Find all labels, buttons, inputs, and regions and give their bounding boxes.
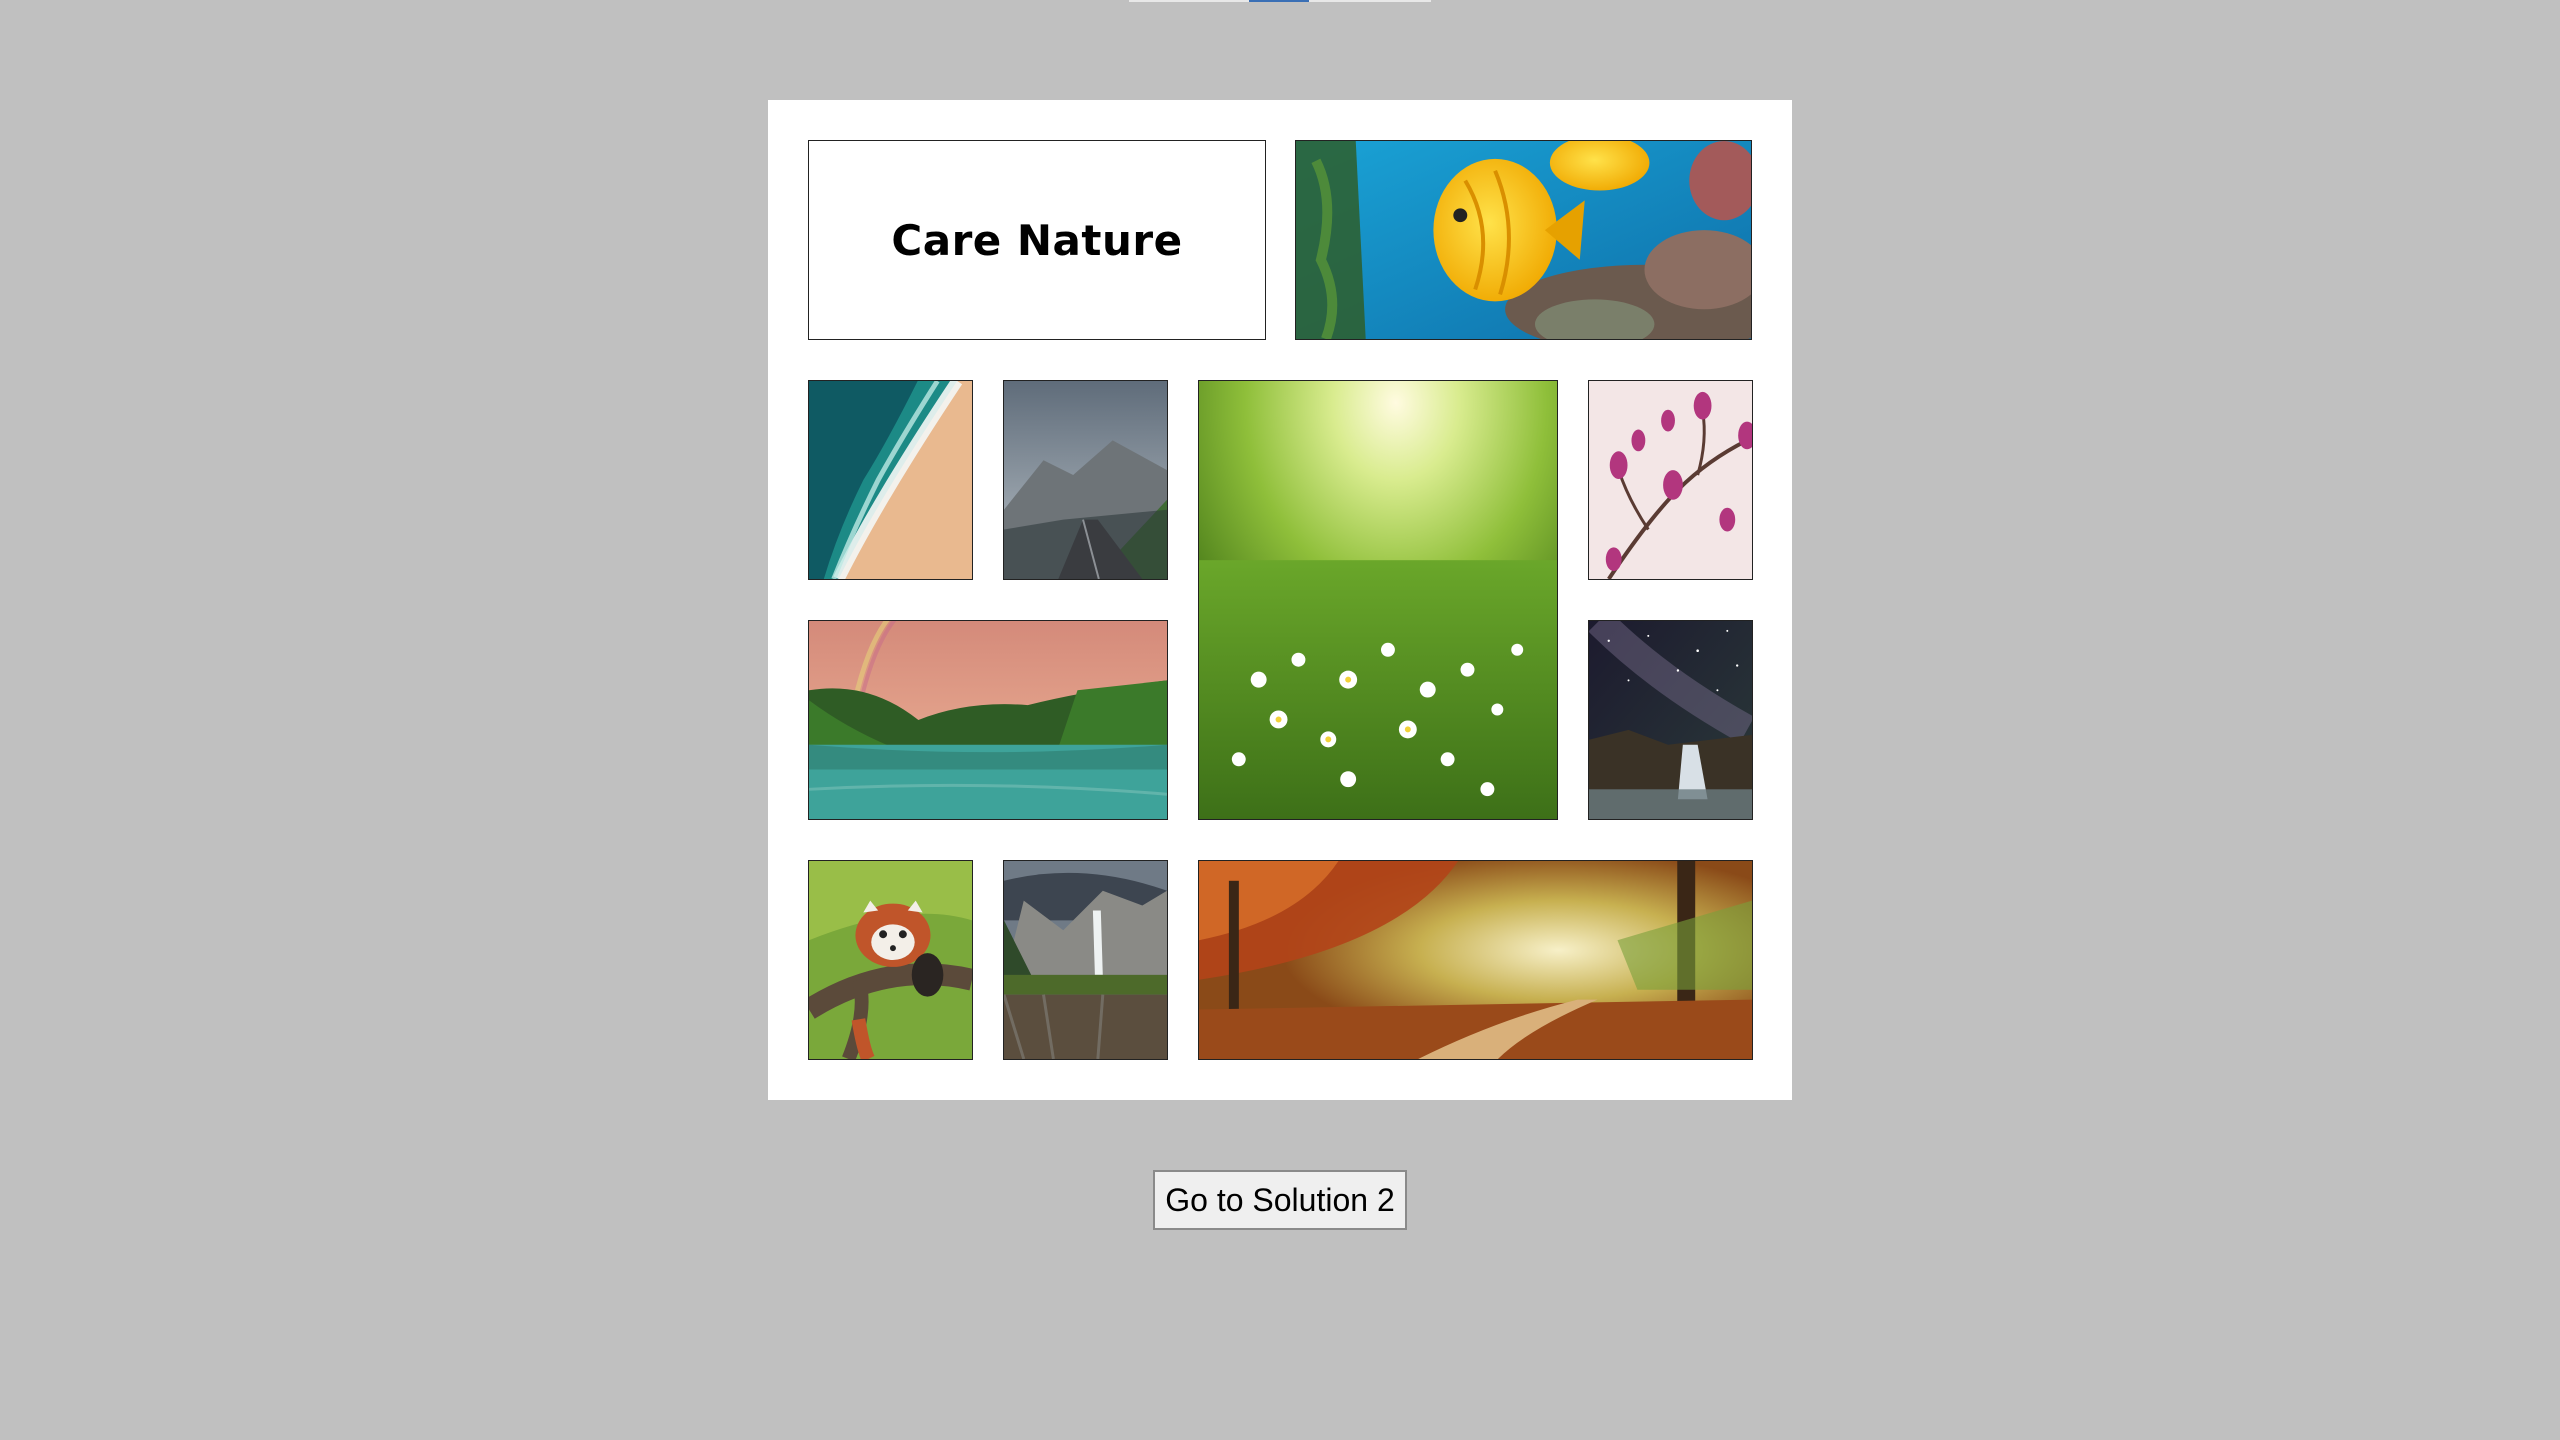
red-panda-photo <box>808 860 973 1060</box>
tropical-fish-photo <box>1295 140 1752 340</box>
collage-title: Care Nature <box>891 215 1183 265</box>
collage-title-box: Care Nature <box>808 140 1266 340</box>
mountain-road-photo <box>1003 380 1168 580</box>
top-scroll-indicator-active <box>1249 0 1309 2</box>
autumn-forest-photo <box>1198 860 1753 1060</box>
valley-waterfall-photo <box>1003 860 1168 1060</box>
milky-way-waterfall-photo <box>1588 620 1753 820</box>
collage-card: Care Nature <box>768 100 1792 1100</box>
go-to-solution-2-button[interactable]: Go to Solution 2 <box>1153 1170 1407 1230</box>
river-rainbow-photo <box>808 620 1168 820</box>
beach-shore-photo <box>808 380 973 580</box>
magnolia-blossom-photo <box>1588 380 1753 580</box>
sunny-meadow-photo <box>1198 380 1558 820</box>
